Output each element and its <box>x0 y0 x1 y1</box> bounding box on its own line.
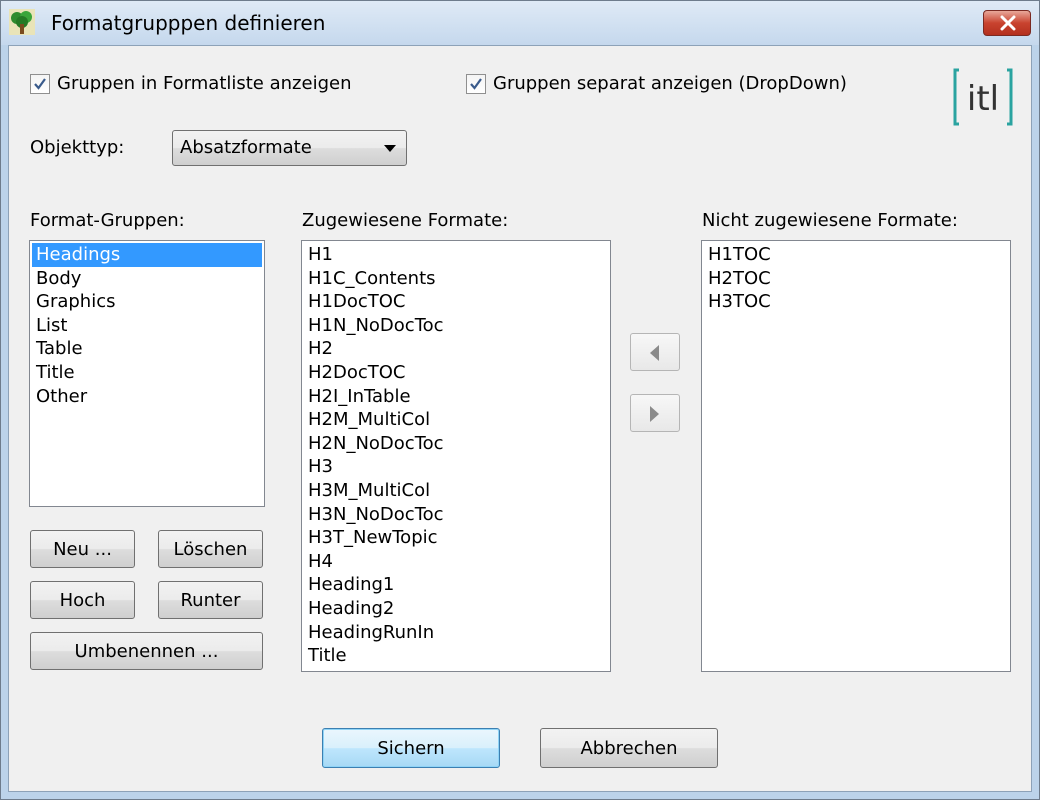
logo-text: itl <box>967 79 999 119</box>
cancel-button[interactable]: Abbrechen <box>540 728 718 768</box>
checkmark-icon <box>470 78 482 90</box>
unassigned-formats-listbox[interactable]: H1TOC H2TOC H3TOC <box>701 240 1011 672</box>
close-button[interactable] <box>983 10 1031 36</box>
close-icon <box>1000 15 1016 31</box>
dialog-window: Formatgrupppen definieren Gruppen in For… <box>0 0 1040 800</box>
list-item[interactable]: H2TOC <box>704 267 1008 291</box>
unassigned-formats-label: Nicht zugewiesene Formate: <box>702 210 958 231</box>
show-groups-in-list-label[interactable]: Gruppen in Formatliste anzeigen <box>57 73 351 94</box>
arrow-left-icon <box>650 345 659 361</box>
list-item[interactable]: H1 <box>304 243 608 267</box>
show-groups-separately-label[interactable]: Gruppen separat anzeigen (DropDown) <box>493 73 847 94</box>
object-type-dropdown[interactable]: Absatzformate <box>172 130 407 166</box>
list-item[interactable]: Heading2 <box>304 597 608 621</box>
rename-group-button[interactable]: Umbenennen ... <box>30 632 263 670</box>
title-bar[interactable]: Formatgrupppen definieren <box>1 1 1039 45</box>
list-item[interactable]: H2I_InTable <box>304 385 608 409</box>
checkmark-icon <box>34 78 46 90</box>
list-item[interactable]: H2N_NoDocToc <box>304 432 608 456</box>
save-button[interactable]: Sichern <box>322 728 500 768</box>
show-groups-in-list-checkbox[interactable] <box>30 74 50 94</box>
list-item[interactable]: H1C_Contents <box>304 267 608 291</box>
list-item[interactable]: H4 <box>304 550 608 574</box>
tree-app-icon <box>9 9 35 35</box>
window-title: Formatgrupppen definieren <box>51 11 326 35</box>
assign-format-button[interactable] <box>630 333 680 371</box>
dialog-body: Gruppen in Formatliste anzeigen Gruppen … <box>8 45 1032 792</box>
show-groups-separately-checkbox[interactable] <box>466 74 486 94</box>
list-item[interactable]: H3T_NewTopic <box>304 526 608 550</box>
list-item[interactable]: H2 <box>304 337 608 361</box>
list-item[interactable]: Graphics <box>32 290 262 314</box>
delete-group-button[interactable]: Löschen <box>158 530 263 568</box>
list-item[interactable]: Title <box>304 644 608 668</box>
list-item[interactable]: H3TOC <box>704 290 1008 314</box>
chevron-down-icon <box>384 145 396 152</box>
move-up-button[interactable]: Hoch <box>30 581 135 619</box>
list-item[interactable]: H3N_NoDocToc <box>304 503 608 527</box>
object-type-value: Absatzformate <box>180 137 312 158</box>
list-item[interactable]: H1TOC <box>704 243 1008 267</box>
format-groups-label: Format-Gruppen: <box>30 210 185 231</box>
list-item[interactable]: Headings <box>32 243 262 267</box>
list-item[interactable]: List <box>32 314 262 338</box>
object-type-label: Objekttyp: <box>30 137 125 158</box>
list-item[interactable]: Other <box>32 385 262 409</box>
list-item[interactable]: H1N_NoDocToc <box>304 314 608 338</box>
itl-logo: itl <box>953 68 1013 126</box>
assigned-formats-listbox[interactable]: H1 H1C_Contents H1DocTOC H1N_NoDocToc H2 H2Do… <box>301 240 611 672</box>
list-item[interactable]: HeadingRunIn <box>304 621 608 645</box>
list-item[interactable]: H3 <box>304 455 608 479</box>
list-item[interactable]: Body <box>32 267 262 291</box>
arrow-right-icon <box>650 406 659 422</box>
list-item[interactable]: Title <box>32 361 262 385</box>
assigned-formats-label: Zugewiesene Formate: <box>302 210 509 231</box>
format-groups-listbox[interactable]: Headings Body Graphics List Table Title Other <box>29 240 265 507</box>
move-down-button[interactable]: Runter <box>158 581 263 619</box>
unassign-format-button[interactable] <box>630 394 680 432</box>
list-item[interactable]: H2DocTOC <box>304 361 608 385</box>
list-item[interactable]: H3M_MultiCol <box>304 479 608 503</box>
list-item[interactable]: H1DocTOC <box>304 290 608 314</box>
list-item[interactable]: H2M_MultiCol <box>304 408 608 432</box>
list-item[interactable]: Heading1 <box>304 573 608 597</box>
list-item[interactable]: Table <box>32 337 262 361</box>
new-group-button[interactable]: Neu ... <box>30 530 135 568</box>
